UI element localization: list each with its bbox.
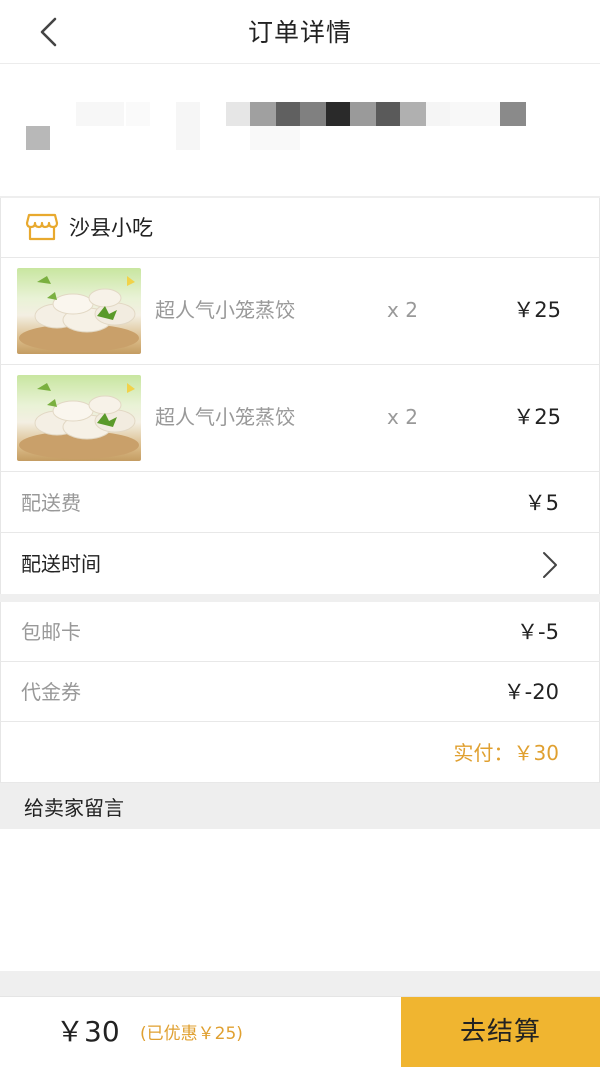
delivery-time-label: 配送时间 bbox=[21, 552, 101, 576]
item-quantity: x 2 bbox=[387, 405, 418, 429]
item-name: 超人气小笼蒸饺 bbox=[155, 405, 295, 429]
mail-card-row[interactable]: 包邮卡 ￥-5 bbox=[0, 602, 600, 662]
dumpling-image bbox=[17, 268, 141, 354]
checkout-bar: ￥30 (已优惠￥25) 去结算 bbox=[0, 996, 600, 1067]
paid-amount: 实付：￥30 bbox=[453, 741, 559, 765]
mail-card-label: 包邮卡 bbox=[21, 620, 81, 644]
dumpling-image bbox=[17, 375, 141, 461]
checkout-button[interactable]: 去结算 bbox=[401, 997, 600, 1067]
page-title: 订单详情 bbox=[247, 18, 352, 47]
store-icon bbox=[25, 213, 59, 241]
total-price: ￥30 bbox=[56, 1015, 120, 1048]
voucher-value: ￥-20 bbox=[503, 680, 559, 704]
order-item[interactable]: 超人气小笼蒸饺 x 2 ￥25 bbox=[0, 365, 600, 472]
item-quantity: x 2 bbox=[387, 298, 418, 322]
voucher-label: 代金券 bbox=[21, 680, 81, 704]
section-divider bbox=[0, 971, 600, 996]
delivery-fee-label: 配送费 bbox=[21, 491, 81, 515]
item-price: ￥25 bbox=[513, 298, 561, 322]
top-nav-bar: 订单详情 bbox=[0, 0, 600, 64]
delivery-time-row[interactable]: 配送时间 bbox=[0, 533, 600, 594]
delivery-fee-row: 配送费 ￥5 bbox=[0, 472, 600, 533]
section-divider bbox=[0, 594, 600, 602]
voucher-row[interactable]: 代金券 ￥-20 bbox=[0, 662, 600, 722]
item-price: ￥25 bbox=[513, 405, 561, 429]
address-section[interactable] bbox=[0, 64, 600, 196]
chevron-right-icon bbox=[543, 552, 557, 578]
item-name: 超人气小笼蒸饺 bbox=[155, 298, 295, 322]
shop-header: 沙县小吃 bbox=[0, 198, 600, 258]
order-item[interactable]: 超人气小笼蒸饺 x 2 ￥25 bbox=[0, 258, 600, 365]
discount-note: (已优惠￥25) bbox=[140, 1024, 243, 1044]
seller-message-header: 给卖家留言 bbox=[0, 783, 600, 829]
seller-message-label: 给卖家留言 bbox=[24, 796, 124, 820]
paid-amount-row: 实付：￥30 bbox=[0, 722, 600, 783]
seller-message-input[interactable] bbox=[0, 829, 600, 971]
delivery-fee-value: ￥5 bbox=[524, 491, 559, 515]
mail-card-value: ￥-5 bbox=[517, 620, 559, 644]
shop-name: 沙县小吃 bbox=[69, 216, 153, 240]
